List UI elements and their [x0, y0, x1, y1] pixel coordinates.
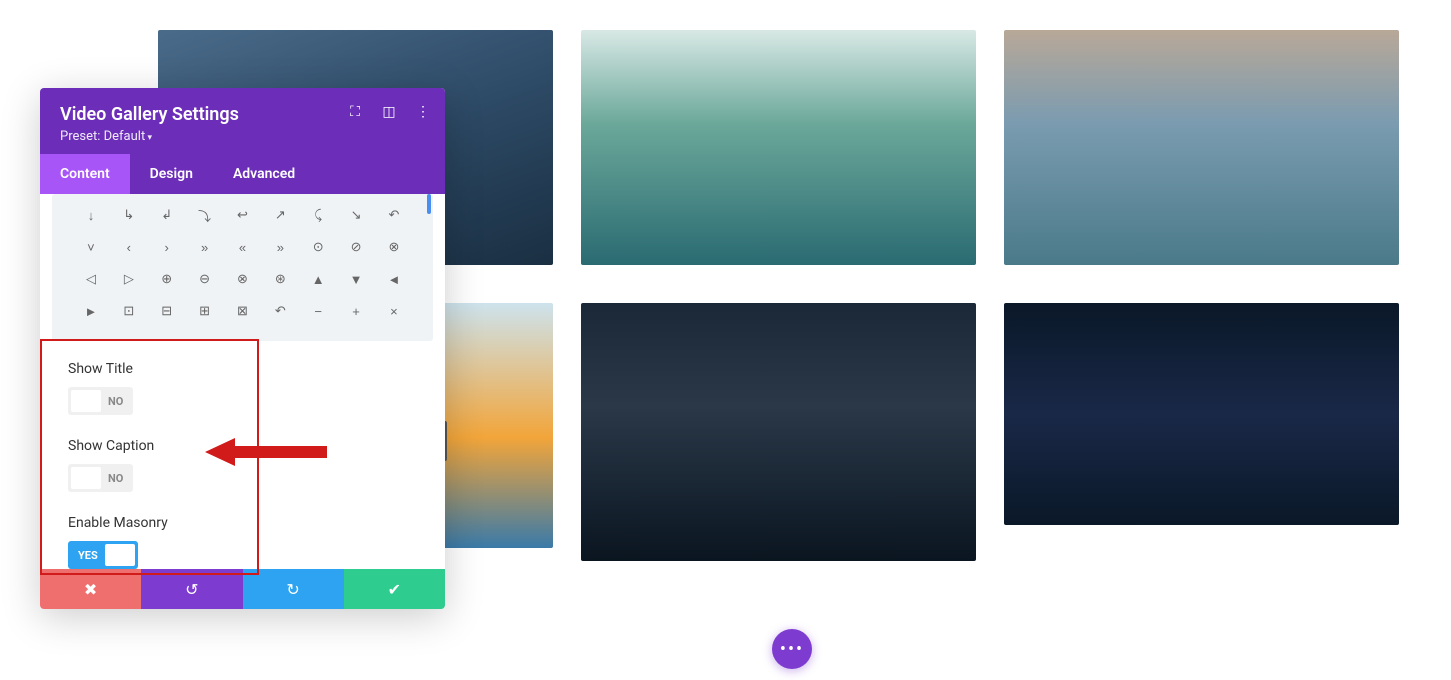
- preset-selector[interactable]: Preset: Default: [60, 129, 425, 144]
- icon-option[interactable]: ⊖: [195, 269, 215, 289]
- icon-option[interactable]: ↘: [346, 205, 366, 225]
- show-caption-toggle[interactable]: NO: [68, 464, 133, 492]
- icon-option[interactable]: ˅: [81, 237, 101, 257]
- more-icon[interactable]: ⋮: [415, 104, 431, 120]
- dock-icon[interactable]: ◫: [381, 104, 397, 120]
- icon-option[interactable]: ⊛: [270, 269, 290, 289]
- icon-option[interactable]: ↗: [270, 205, 290, 225]
- scrollbar[interactable]: [427, 194, 431, 214]
- icon-option[interactable]: ↶: [384, 205, 404, 225]
- icon-option[interactable]: ↲: [157, 205, 177, 225]
- icon-option[interactable]: ►: [81, 301, 101, 321]
- toggle-text: YES: [68, 549, 102, 562]
- toggle-knob: [71, 467, 101, 489]
- icon-picker: ↓ ↳ ↲ ⤵ ↩ ↗ ⤹ ↘ ↶ ˅ ‹ › » « » ⊙ ⊘ ⊗: [52, 194, 433, 341]
- icon-option[interactable]: ◄: [384, 269, 404, 289]
- icon-option[interactable]: ▼: [346, 269, 366, 289]
- tab-advanced[interactable]: Advanced: [213, 154, 315, 194]
- tabs: Content Design Advanced: [40, 154, 445, 194]
- icon-option[interactable]: «: [232, 237, 252, 257]
- icon-option[interactable]: »: [270, 237, 290, 257]
- icon-option[interactable]: ⊗: [232, 269, 252, 289]
- toggle-knob: [71, 390, 101, 412]
- tab-design[interactable]: Design: [130, 154, 213, 194]
- show-title-toggle[interactable]: NO: [68, 387, 133, 415]
- gallery-thumb[interactable]: [1004, 303, 1399, 525]
- icon-option[interactable]: ‹: [119, 237, 139, 257]
- gallery-thumb[interactable]: [581, 30, 976, 265]
- icon-option[interactable]: ×: [384, 301, 404, 321]
- icon-option[interactable]: ↓: [81, 205, 101, 225]
- icon-option[interactable]: ↩: [232, 205, 252, 225]
- icon-option[interactable]: ▲: [308, 269, 328, 289]
- toggle-text: NO: [104, 395, 133, 408]
- tab-content[interactable]: Content: [40, 154, 130, 194]
- enable-masonry-label: Enable Masonry: [68, 515, 417, 531]
- expand-icon[interactable]: ⛶: [347, 104, 363, 120]
- icon-option[interactable]: ⊡: [119, 301, 139, 321]
- show-title-label: Show Title: [68, 361, 417, 377]
- icon-option[interactable]: ↶: [270, 301, 290, 321]
- gallery-thumb[interactable]: [1004, 30, 1399, 265]
- icon-option[interactable]: ⊘: [346, 237, 366, 257]
- icon-option[interactable]: »: [195, 237, 215, 257]
- gallery-thumb[interactable]: [581, 303, 976, 561]
- icon-option[interactable]: ▷: [119, 269, 139, 289]
- panel-header: Video Gallery Settings Preset: Default ⛶…: [40, 88, 445, 154]
- settings-panel: Video Gallery Settings Preset: Default ⛶…: [40, 88, 445, 609]
- toggle-text: NO: [104, 472, 133, 485]
- icon-option[interactable]: −: [308, 301, 328, 321]
- icon-option[interactable]: +: [346, 301, 366, 321]
- icon-option[interactable]: ⊞: [195, 301, 215, 321]
- icon-option[interactable]: ⊗: [384, 237, 404, 257]
- icon-option[interactable]: ⊠: [232, 301, 252, 321]
- page-actions-fab[interactable]: •••: [772, 629, 812, 669]
- icon-option[interactable]: ⊙: [308, 237, 328, 257]
- icon-option[interactable]: ⤵: [195, 205, 215, 225]
- panel-body: ↓ ↳ ↲ ⤵ ↩ ↗ ⤹ ↘ ↶ ˅ ‹ › » « » ⊙ ⊘ ⊗: [40, 194, 445, 569]
- icon-option[interactable]: ◁: [81, 269, 101, 289]
- enable-masonry-toggle[interactable]: YES: [68, 541, 138, 569]
- show-caption-label: Show Caption: [68, 438, 417, 454]
- icon-option[interactable]: ⤹: [308, 205, 328, 225]
- toggle-knob: [105, 544, 135, 566]
- icon-option[interactable]: ↳: [119, 205, 139, 225]
- icon-option[interactable]: ›: [157, 237, 177, 257]
- icon-option[interactable]: ⊟: [157, 301, 177, 321]
- icon-option[interactable]: ⊕: [157, 269, 177, 289]
